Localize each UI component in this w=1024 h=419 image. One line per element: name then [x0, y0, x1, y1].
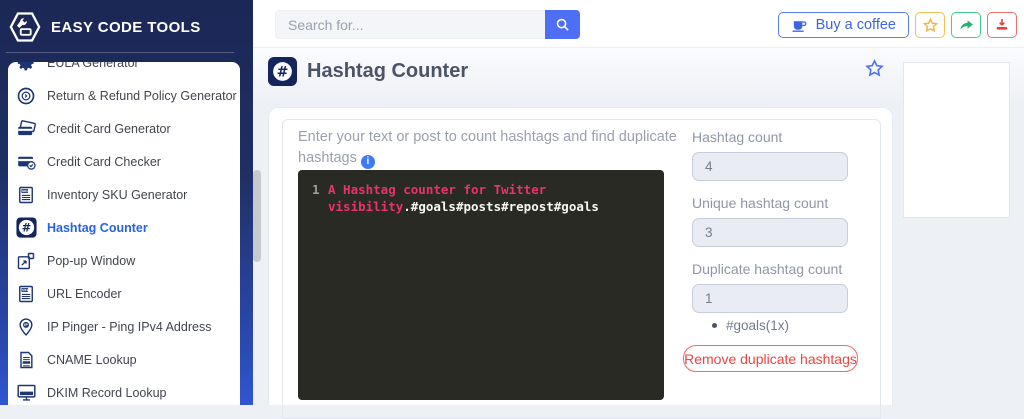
editor-line-2: visibility.#goals#posts#repost#goals [312, 198, 654, 215]
hashtag-tool-icon: # [268, 57, 297, 86]
sidebar-item-label: URL Encoder [47, 287, 122, 301]
star-icon [922, 17, 939, 34]
svg-text:URL: URL [22, 288, 29, 292]
url-document-icon: URL [14, 282, 38, 306]
sidebar-scrollbar-thumb[interactable] [253, 170, 261, 262]
duplicate-hashtag-count-label: Duplicate hashtag count [692, 261, 842, 277]
sidebar-item-dkim-record-lookup[interactable]: DKIM Record Lookup [8, 376, 240, 405]
share-arrow-icon [958, 17, 975, 34]
unique-hashtag-count-label: Unique hashtag count [692, 195, 828, 211]
popup-window-icon [14, 249, 38, 273]
search-input[interactable] [275, 10, 545, 39]
card-check-icon [14, 150, 38, 174]
ip-pin-icon: IP [14, 315, 38, 339]
download-icon [994, 17, 1010, 33]
brand-name: EASY CODE TOOLS [51, 19, 201, 36]
star-outline-icon [864, 58, 885, 79]
hexagon-wrench-logo-icon [8, 10, 42, 44]
sidebar: EASY CODE TOOLS EULA Generator Return & … [0, 0, 253, 405]
svg-text:#: # [21, 221, 31, 235]
coffee-cup-icon [791, 18, 808, 33]
cname-document-icon [14, 348, 38, 372]
sidebar-item-label: CNAME Lookup [47, 353, 137, 367]
tool-card: Enter your text or post to count hashtag… [268, 107, 893, 405]
sidebar-nav-panel: EULA Generator Return & Refund Policy Ge… [8, 62, 240, 405]
sidebar-item-label: EULA Generator [47, 62, 139, 70]
sidebar-item-inventory-sku-generator[interactable]: SKU Inventory SKU Generator [8, 178, 240, 211]
tool-inner-panel: Enter your text or post to count hashtag… [282, 119, 881, 419]
search-button[interactable] [545, 10, 580, 39]
sku-document-icon: SKU [14, 183, 38, 207]
svg-text:IP: IP [24, 323, 28, 327]
duplicate-list-item: #goals(1x) [712, 318, 789, 333]
svg-text:#: # [277, 65, 289, 81]
duplicate-hashtag-text: #goals(1x) [726, 318, 789, 333]
code-text-red: visibility [328, 199, 403, 214]
dkim-monitor-icon [14, 381, 38, 405]
sidebar-item-credit-card-generator[interactable]: Credit Card Generator [8, 112, 240, 145]
sidebar-item-label: DKIM Record Lookup [47, 386, 167, 400]
svg-text:SKU: SKU [22, 189, 29, 193]
topbar-actions: Buy a coffee [778, 12, 1017, 38]
line-number: 1 [312, 181, 328, 198]
sidebar-item-ip-pinger[interactable]: IP IP Pinger - Ping IPv4 Address [8, 310, 240, 343]
sidebar-item-credit-card-checker[interactable]: Credit Card Checker [8, 145, 240, 178]
remove-duplicates-button[interactable]: Remove duplicate hashtags [683, 345, 858, 372]
search-group [275, 10, 580, 39]
unique-hashtag-count-field[interactable]: 3 [692, 218, 848, 247]
text-editor[interactable]: 1 A Hashtag counter for Twitter visibili… [298, 170, 664, 400]
sidebar-item-label: Credit Card Generator [47, 122, 171, 136]
sidebar-divider [6, 52, 234, 53]
buy-coffee-button[interactable]: Buy a coffee [778, 12, 909, 38]
sidebar-item-label: Inventory SKU Generator [47, 188, 187, 202]
sidebar-item-url-encoder[interactable]: URL URL Encoder [8, 277, 240, 310]
sidebar-item-label: Credit Card Checker [47, 155, 161, 169]
share-button[interactable] [951, 12, 981, 38]
editor-line-1: 1 A Hashtag counter for Twitter [312, 181, 654, 198]
ad-placeholder [903, 62, 1010, 218]
topbar: Buy a coffee [253, 0, 1024, 48]
info-icon[interactable]: i [361, 155, 375, 169]
bullet-dot [712, 323, 717, 328]
search-icon [555, 17, 570, 32]
buy-coffee-label: Buy a coffee [816, 17, 896, 33]
hashtag-icon: # [14, 216, 38, 240]
favorite-star-button[interactable] [915, 12, 945, 38]
favorite-tool-star-button[interactable] [864, 58, 885, 84]
hashtag-count-field[interactable]: 4 [692, 152, 848, 181]
download-button[interactable] [987, 12, 1017, 38]
credit-cards-icon [14, 117, 38, 141]
sidebar-item-hashtag-counter[interactable]: # Hashtag Counter [8, 211, 240, 244]
sidebar-item-label: Return & Refund Policy Generator [47, 89, 237, 103]
refund-policy-icon [14, 84, 38, 108]
hashtag-count-label: Hashtag count [692, 129, 782, 145]
sidebar-item-return-refund-policy[interactable]: Return & Refund Policy Generator [8, 79, 240, 112]
instruction-text: Enter your text or post to count hashtag… [298, 127, 698, 169]
sidebar-item-popup-window[interactable]: Pop-up Window [8, 244, 240, 277]
page-title: Hashtag Counter [307, 60, 468, 83]
sidebar-item-label: IP Pinger - Ping IPv4 Address [47, 320, 211, 334]
sidebar-item-eula-generator[interactable]: EULA Generator [8, 62, 240, 79]
instruction-label: Enter your text or post to count hashtag… [298, 129, 677, 166]
code-text-red: A Hashtag counter for Twitter [328, 181, 546, 198]
duplicate-hashtag-count-field[interactable]: 1 [692, 284, 848, 313]
code-text-white: .#goals#posts#repost#goals [403, 199, 599, 214]
sidebar-item-label: Hashtag Counter [47, 221, 148, 235]
sidebar-item-cname-lookup[interactable]: CNAME Lookup [8, 343, 240, 376]
sidebar-item-label: Pop-up Window [47, 254, 135, 268]
gear-icon [14, 62, 38, 75]
brand-logo[interactable]: EASY CODE TOOLS [8, 8, 246, 46]
